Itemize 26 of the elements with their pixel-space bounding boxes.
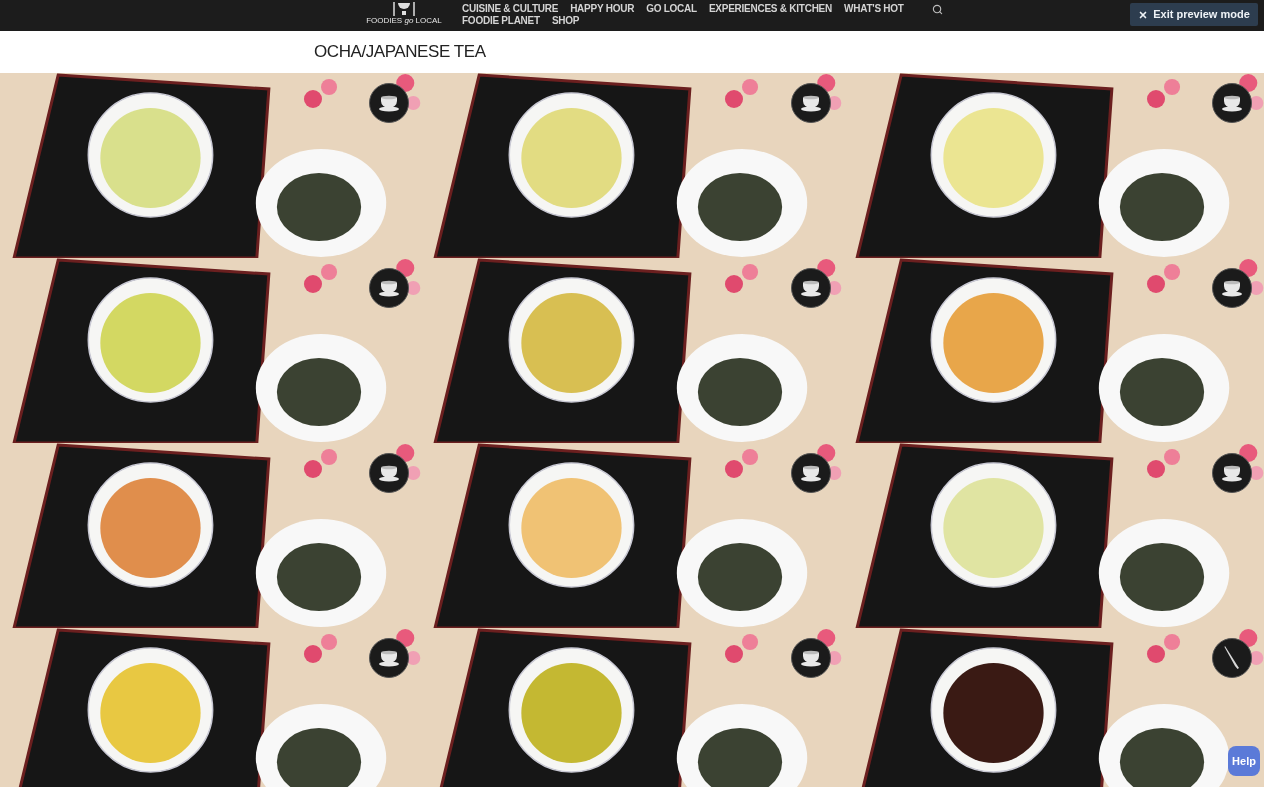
teacup-icon[interactable] [790,83,831,123]
teacup-icon[interactable] [790,453,831,493]
exit-preview-button[interactable]: Exit preview mode [1130,3,1258,26]
page-title: OCHA/JAPANESE TEA [314,42,486,62]
nav-link[interactable]: HAPPY HOUR [570,3,635,15]
teacup-icon[interactable] [1212,453,1252,493]
teacup-icon[interactable] [1212,83,1252,123]
teacup-icon[interactable] [790,638,831,678]
search-icon[interactable] [932,4,943,15]
nav-link[interactable]: EXPERIENCES & KITCHEN [708,3,832,15]
logo-icon[interactable] [392,2,416,16]
help-button[interactable]: Help [1228,746,1260,776]
teacup-icon[interactable] [790,268,831,308]
teacup-icon[interactable] [369,83,410,123]
nav-link[interactable]: SHOP [551,15,580,27]
knife-icon[interactable] [1212,638,1252,678]
close-icon [1138,9,1149,20]
teacup-icon[interactable] [369,638,410,678]
teacup-icon[interactable] [1212,268,1252,308]
nav-link[interactable]: WHAT'S HOT [844,3,904,15]
nav-link[interactable]: CUISINE & CULTURE [462,3,559,15]
teacup-icon[interactable] [369,453,410,493]
logo-text[interactable]: FOODIES go LOCAL [366,16,442,26]
nav-link[interactable]: GO LOCAL [646,3,697,15]
nav-link[interactable]: FOODIE PLANET [462,15,540,27]
teacup-icon[interactable] [369,268,410,308]
